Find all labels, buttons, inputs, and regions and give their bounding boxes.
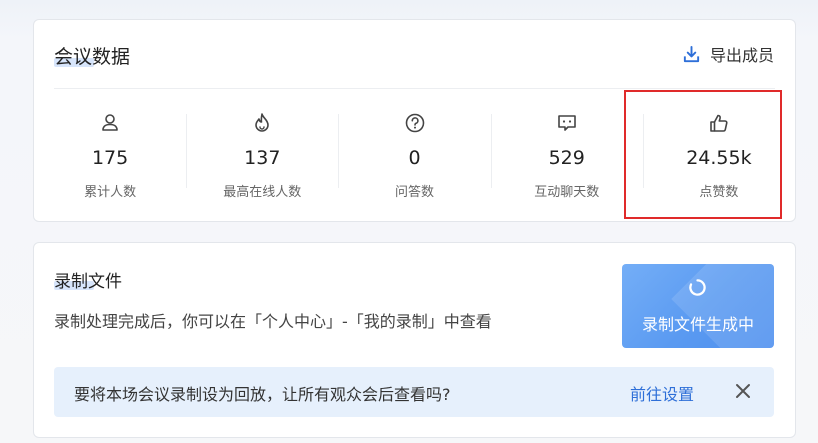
replay-tip-banner: 要将本场会议录制设为回放，让所有观众会后查看吗? 前往设置 — [54, 367, 774, 417]
divider — [54, 88, 775, 89]
meeting-data-title: 会议数据 — [54, 46, 131, 68]
flame-icon — [255, 113, 270, 132]
recording-status-tile: 录制文件生成中 — [622, 264, 774, 348]
stat-value: 529 — [548, 147, 585, 169]
stat-value: 137 — [244, 147, 281, 169]
recording-card: 录制文件 录制处理完成后，你可以在「个人中心」-「我的录制」中查看 录制文件生成… — [33, 242, 796, 438]
close-icon[interactable] — [733, 381, 753, 401]
stat-label: 问答数 — [395, 185, 435, 200]
loading-spinner-icon — [689, 279, 706, 296]
recording-title: 录制文件 — [54, 272, 122, 292]
replay-tip-text: 要将本场会议录制设为回放，让所有观众会后查看吗? — [74, 385, 451, 404]
stat-total-attendees: 175 累计人数 — [34, 102, 186, 206]
stat-label: 最高在线人数 — [223, 185, 302, 200]
meeting-data-card: 会议数据 导出成员 175 累计人数 137 最高在线人数 0 问答数 529 … — [33, 19, 796, 222]
export-members-label: 导出成员 — [709, 46, 774, 65]
likes-highlight-box — [624, 90, 782, 219]
question-circle-icon — [405, 113, 424, 133]
stat-label: 互动聊天数 — [534, 185, 600, 200]
go-to-settings-link[interactable]: 前往设置 — [630, 381, 694, 405]
stat-value: 175 — [91, 147, 129, 169]
stat-peak-online: 137 最高在线人数 — [186, 102, 338, 206]
stat-label: 累计人数 — [84, 185, 137, 200]
stat-questions: 0 问答数 — [338, 102, 490, 206]
export-members-button[interactable]: 导出成员 — [682, 42, 774, 66]
recording-description: 录制处理完成后，你可以在「个人中心」-「我的录制」中查看 — [54, 312, 492, 331]
recording-status-text: 录制文件生成中 — [641, 315, 754, 334]
stat-chat-messages: 529 互动聊天数 — [490, 102, 643, 206]
stat-value: 0 — [408, 147, 421, 169]
download-icon — [683, 45, 700, 62]
chat-bubble-icon — [557, 115, 576, 131]
person-icon — [102, 114, 118, 131]
